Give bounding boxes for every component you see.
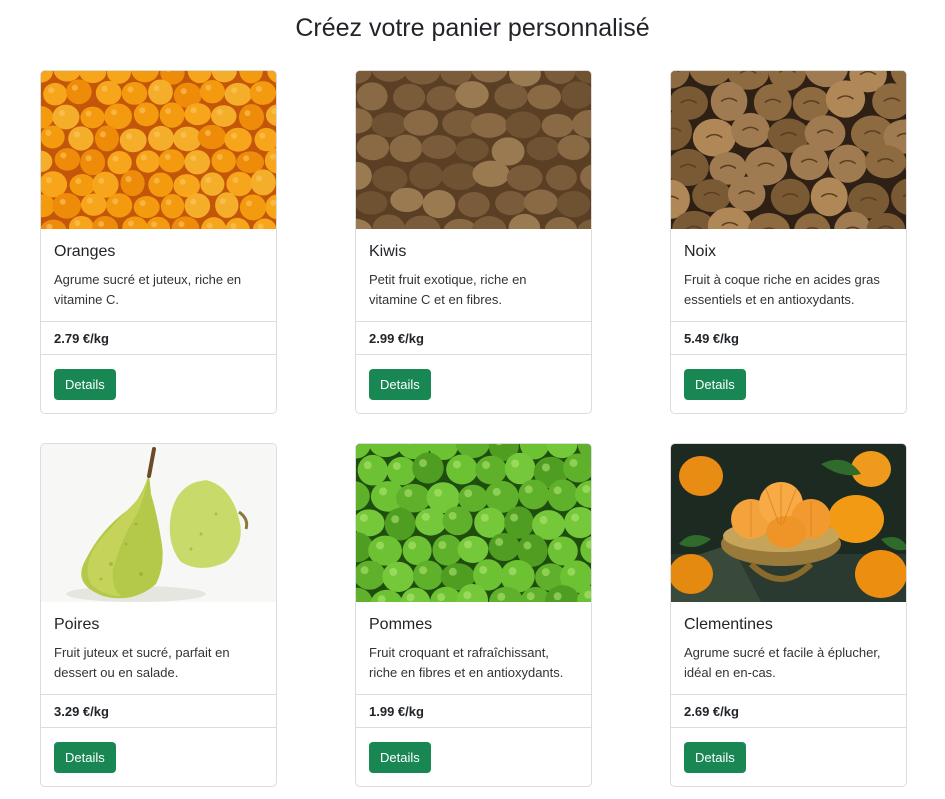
product-card-kiwis: Kiwis Petit fruit exotique, riche en vit… — [355, 70, 592, 414]
details-button[interactable]: Details — [369, 742, 431, 773]
product-card-poires: Poires Fruit juteux et sucré, parfait en… — [40, 443, 277, 787]
product-description: Agrume sucré et facile à éplucher, idéal… — [684, 645, 881, 680]
details-button[interactable]: Details — [684, 742, 746, 773]
product-name: Poires — [54, 616, 100, 633]
product-price: 2.99 €/kg — [356, 321, 591, 355]
details-button[interactable]: Details — [369, 369, 431, 400]
oranges-photo — [41, 71, 276, 229]
product-name: Clementines — [684, 616, 773, 633]
pears-photo — [41, 444, 276, 602]
product-card-noix: Noix Fruit à coque riche en acides gras … — [670, 70, 907, 414]
product-price: 3.29 €/kg — [41, 694, 276, 728]
product-name: Oranges — [54, 243, 116, 260]
product-description: Fruit juteux et sucré, parfait en desser… — [54, 645, 230, 680]
product-name: Noix — [684, 243, 717, 260]
product-price: 2.79 €/kg — [41, 321, 276, 355]
product-description: Petit fruit exotique, riche en vitamine … — [369, 272, 527, 307]
page-title: Créez votre panier personnalisé — [295, 14, 650, 42]
product-description: Fruit croquant et rafraîchissant, riche … — [369, 645, 564, 680]
product-card-pommes: Pommes Fruit croquant et rafraîchissant,… — [355, 443, 592, 787]
clementines-photo — [671, 444, 906, 602]
apples-photo — [356, 444, 591, 602]
product-price: 5.49 €/kg — [671, 321, 906, 355]
product-name: Kiwis — [369, 243, 407, 260]
product-card-oranges: Oranges Agrume sucré et juteux, riche en… — [40, 70, 277, 414]
details-button[interactable]: Details — [54, 369, 116, 400]
product-card-clementines: Clementines Agrume sucré et facile à épl… — [670, 443, 907, 787]
product-price: 2.69 €/kg — [671, 694, 906, 728]
product-price: 1.99 €/kg — [356, 694, 591, 728]
kiwis-photo — [356, 71, 591, 229]
product-description: Fruit à coque riche en acides gras essen… — [684, 272, 880, 307]
product-description: Agrume sucré et juteux, riche en vitamin… — [54, 272, 242, 307]
product-name: Pommes — [369, 616, 433, 633]
details-button[interactable]: Details — [684, 369, 746, 400]
walnuts-photo — [671, 71, 906, 229]
details-button[interactable]: Details — [54, 742, 116, 773]
